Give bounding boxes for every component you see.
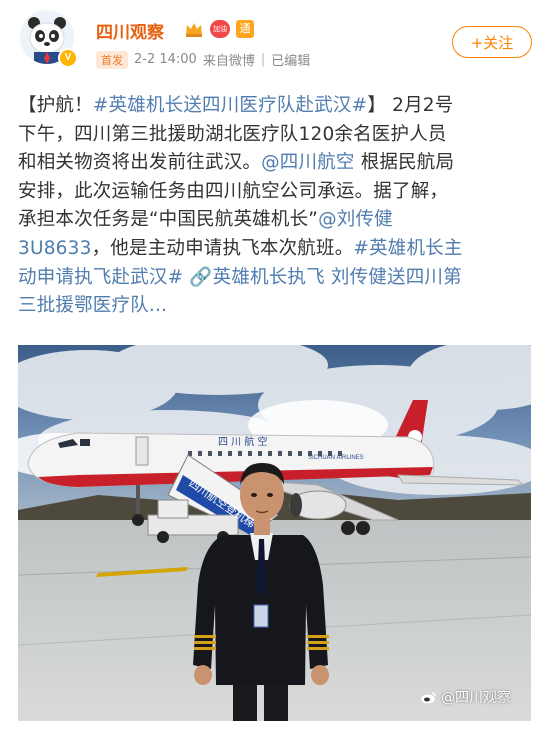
post-body: 【护航！#英雄机长送四川医疗队赴武汉#】 2月2号 下午，四川第三批援助湖北医疗… — [18, 92, 534, 321]
weibo-logo-icon — [421, 691, 436, 703]
mention-link[interactable]: @刘传健 — [318, 209, 393, 230]
post-line: 安排，此次运输任务由四川航空公司承运。据了解， — [18, 180, 449, 202]
text-span: 根据民航局 — [354, 152, 455, 174]
fuselage-text: 四 川 航 空 — [218, 435, 268, 448]
post-meta: 首发 2-2 14:00 来自微博 | 已编辑 — [96, 50, 310, 69]
web-link[interactable]: 🔗英雄机长执飞 刘传健送四川第 — [183, 267, 462, 288]
watermark-text: @四川观察 — [441, 690, 511, 706]
hashtag-link[interactable]: #英雄机长送四川医疗队赴武汉# — [93, 95, 368, 116]
edited-label: 已编辑 — [271, 54, 311, 69]
hashtag-link[interactable]: 动申请执飞赴武汉# — [18, 267, 183, 288]
post-line: 承担本次任务是“中国民航英雄机长”@刘传健 — [18, 206, 534, 235]
post-header: V 四川观察 加油 通 首发 2-2 14:00 来自微博 | 已编辑 +关注 — [0, 0, 550, 80]
text-span: 和相关物资将出发前往武汉。 — [18, 152, 262, 174]
airline-text: SICHUAN AIRLINES — [308, 455, 364, 461]
post-line: 和相关物资将出发前往武汉。@四川航空 根据民航局 — [18, 149, 534, 178]
post-line: 下午，四川第三批援助湖北医疗队120余名医护人员 — [18, 123, 447, 145]
heart-badge-icon: 加油 — [210, 20, 230, 38]
weibo-watermark: @四川观察 — [421, 687, 511, 707]
meta-separator: | — [260, 52, 266, 67]
text-span: 【护航！ — [18, 95, 93, 116]
member-badge-icon: 通 — [236, 20, 254, 38]
post-line: 【护航！#英雄机长送四川医疗队赴武汉#】 2月2号 — [18, 92, 534, 121]
flight-link[interactable]: 3U8633 — [18, 238, 92, 259]
airplane-photo: 四 川 航 空 SICHUAN AIRLINES 四川航空登机梯 — [18, 345, 531, 721]
first-post-pill: 首发 — [96, 50, 128, 69]
post-photo[interactable]: 四 川 航 空 SICHUAN AIRLINES 四川航空登机梯 @四川观察 — [18, 345, 531, 721]
mention-link[interactable]: @四川航空 — [261, 152, 355, 173]
post-line: 动申请执飞赴武汉# 🔗英雄机长执飞 刘传健送四川第 — [18, 264, 534, 293]
post-line: 三批援鄂医疗队... — [18, 292, 534, 321]
verified-v-icon: V — [58, 48, 78, 68]
post-line: 3U8633，他是主动申请执飞本次航班。#英雄机长主 — [18, 235, 534, 264]
web-link[interactable]: 三批援鄂医疗队... — [18, 295, 167, 316]
text-span: 】 2月2号 — [367, 95, 454, 116]
text-span: 承担本次任务是“中国民航英雄机长” — [18, 209, 319, 231]
post-time: 2-2 14:00 — [134, 52, 197, 67]
text-span: ，他是主动申请执飞本次航班。 — [91, 237, 354, 259]
post-source: 来自微博 — [202, 54, 255, 69]
crown-badge-icon — [186, 23, 202, 37]
user-badges: 加油 通 — [184, 20, 254, 38]
username[interactable]: 四川观察 — [96, 18, 164, 43]
hashtag-link[interactable]: #英雄机长主 — [353, 238, 462, 259]
follow-button[interactable]: +关注 — [452, 26, 532, 58]
